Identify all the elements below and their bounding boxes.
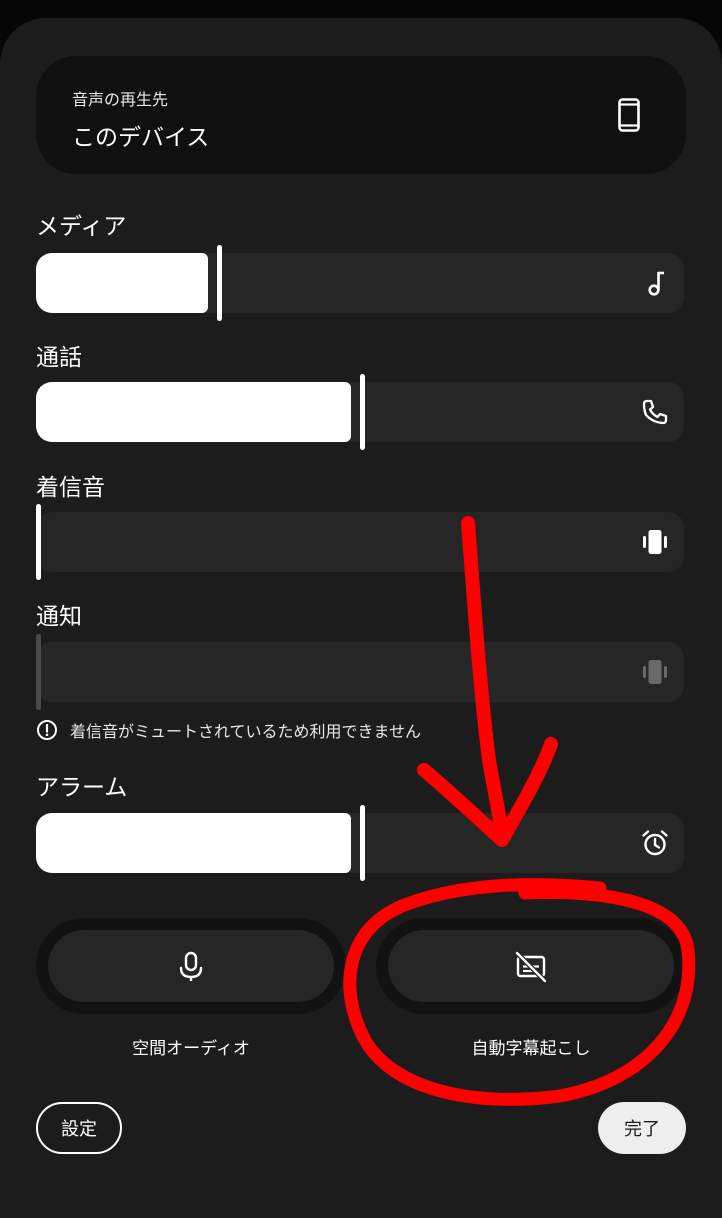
spatial-audio-toggle[interactable] [36,918,346,1014]
alarm-volume-label: アラーム [36,775,128,801]
music-note-icon [648,271,664,296]
ringtone-volume-slider[interactable] [36,504,684,580]
notification-volume-thumb[interactable] [36,634,41,710]
output-device-value: このデバイス [72,125,210,151]
captions-off-icon [515,951,547,983]
notification-volume-slider[interactable] [36,634,684,710]
vibrate-icon [643,660,667,684]
ringtone-volume-thumb[interactable] [36,504,41,580]
spatial-audio-label: 空間オーディオ [132,1039,250,1059]
alarm-volume-thumb[interactable] [360,805,365,881]
media-volume-thumb[interactable] [217,245,222,321]
spatial-audio-button[interactable] [48,930,334,1002]
ringtone-muted-text: 着信音がミュートされているため利用できません [70,722,422,741]
alarm-icon [642,830,668,856]
call-volume-label: 通話 [36,345,82,371]
media-volume-label: メディア [36,214,127,240]
phone-icon [642,399,668,425]
call-volume-fill [36,382,351,442]
done-button[interactable]: 完了 [598,1102,686,1154]
vibrate-icon [643,530,667,554]
ringtone-muted-note: 着信音がミュートされているため利用できません [36,718,421,742]
media-volume-fill [36,253,208,313]
live-caption-button[interactable] [388,930,674,1002]
notification-volume-label: 通知 [36,604,82,630]
spatial-audio-icon [179,951,203,981]
call-volume-slider[interactable] [36,374,684,450]
info-alert-icon [37,720,57,740]
smartphone-icon [618,98,640,132]
ringtone-volume-label: 着信音 [36,475,105,501]
live-caption-toggle[interactable] [376,918,686,1014]
output-device-label: 音声の再生先 [72,90,169,109]
alarm-volume-fill [36,813,351,873]
alarm-volume-slider[interactable] [36,805,684,881]
output-device-card[interactable]: 音声の再生先 このデバイス [36,56,686,174]
media-volume-slider[interactable] [36,245,684,321]
settings-button[interactable]: 設定 [36,1102,122,1154]
live-caption-label: 自動字幕起こし [471,1039,591,1059]
call-volume-thumb[interactable] [360,374,365,450]
